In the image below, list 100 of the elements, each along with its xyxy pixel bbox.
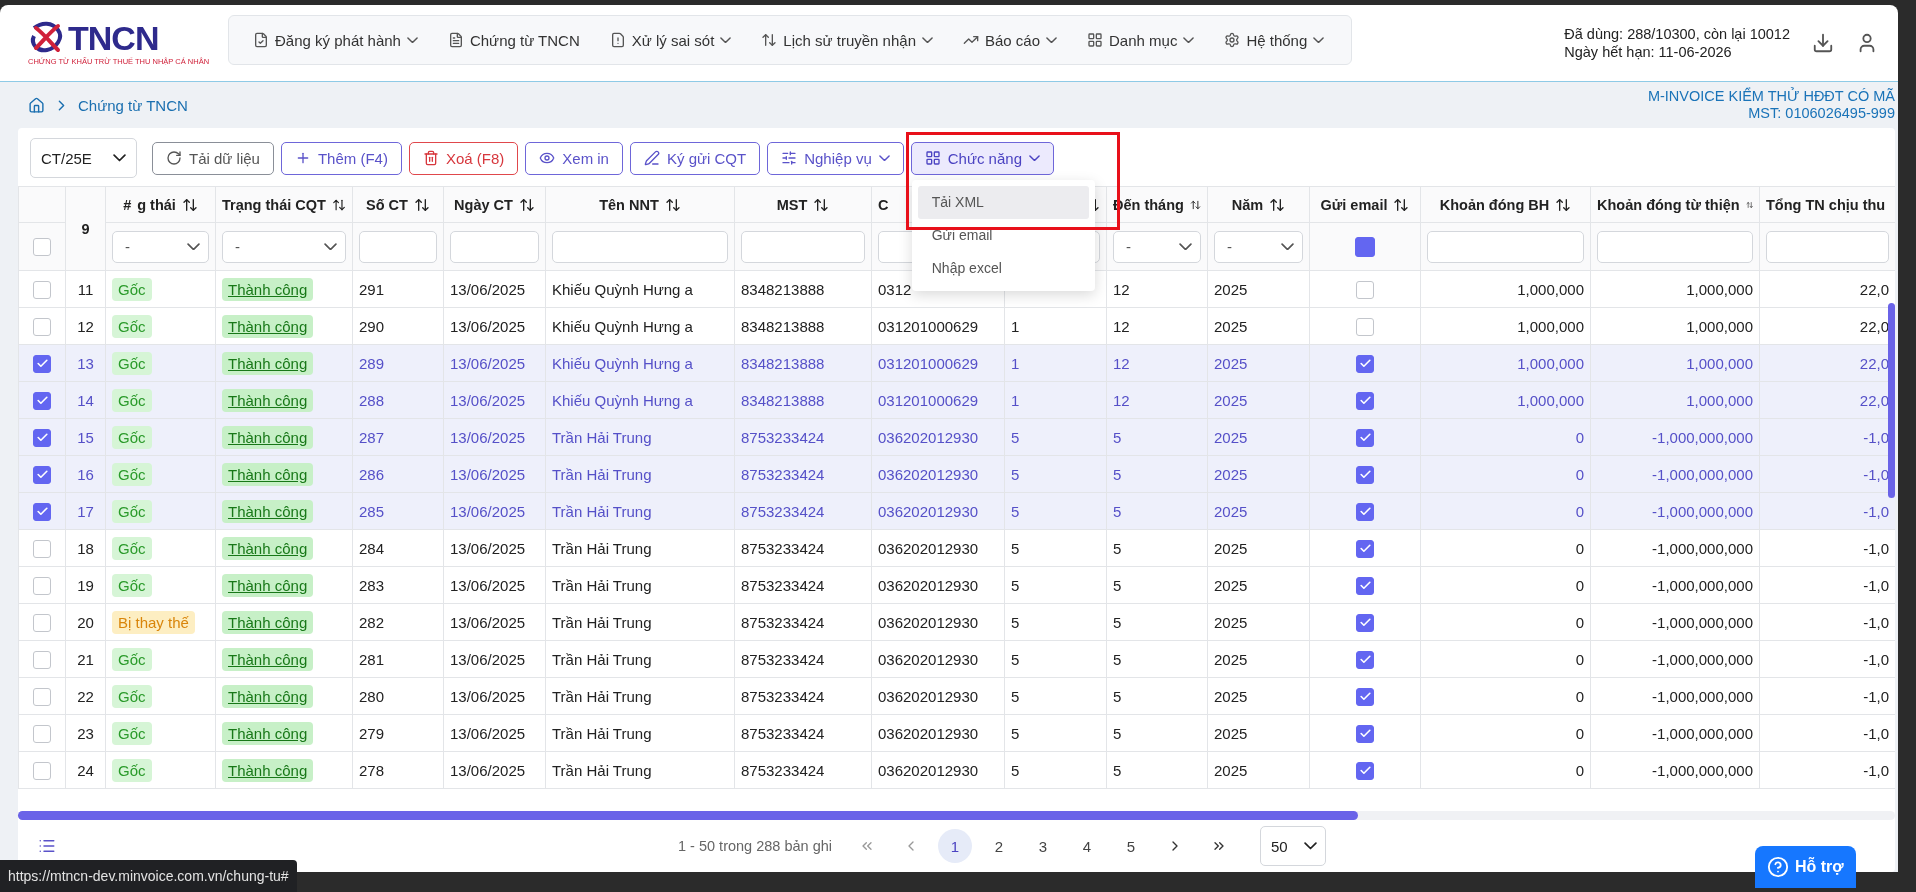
help-button[interactable]: Hỗ trợ bbox=[1755, 846, 1856, 888]
toolbar-button[interactable]: Xoá (F8) bbox=[408, 141, 519, 175]
checkbox[interactable] bbox=[1356, 502, 1374, 521]
tax-status-badge[interactable]: Thành công bbox=[222, 721, 314, 745]
checkbox[interactable] bbox=[33, 502, 51, 521]
checkbox[interactable] bbox=[33, 317, 51, 336]
tax-status-badge[interactable]: Thành công bbox=[222, 388, 314, 412]
sort-icon[interactable] bbox=[1555, 196, 1572, 213]
checkbox[interactable] bbox=[33, 613, 51, 632]
filter-dropdown[interactable]: - bbox=[112, 230, 209, 263]
toolbar-button[interactable]: Ký gửi CQT bbox=[629, 141, 761, 175]
menu-item[interactable]: Báo cáo bbox=[963, 31, 1058, 49]
checkbox[interactable] bbox=[1356, 428, 1374, 447]
sort-icon[interactable] bbox=[181, 196, 198, 213]
page-button[interactable]: 1 bbox=[938, 829, 972, 863]
sort-icon[interactable] bbox=[664, 196, 681, 213]
checkbox[interactable] bbox=[33, 539, 51, 558]
menu-item[interactable]: Đăng ký phát hành bbox=[253, 31, 418, 49]
page-button[interactable]: 4 bbox=[1070, 829, 1104, 863]
page-size-dropdown[interactable]: 50 bbox=[1260, 826, 1326, 866]
column-header[interactable]: MST bbox=[776, 196, 808, 213]
toolbar-button[interactable]: Nghiệp vụ bbox=[767, 141, 904, 175]
menu-item[interactable]: Danh mục bbox=[1087, 31, 1195, 49]
tax-status-badge[interactable]: Thành công bbox=[222, 647, 314, 671]
checkbox[interactable] bbox=[1356, 465, 1374, 484]
filter-field[interactable] bbox=[1766, 230, 1889, 263]
toolbar-button[interactable]: Chức năng bbox=[910, 141, 1054, 175]
menu-item[interactable]: Xử lý sai sót bbox=[609, 31, 732, 49]
toolbar-button[interactable]: Thêm (F4) bbox=[280, 141, 402, 175]
tax-status-badge[interactable]: Thành công bbox=[222, 425, 314, 449]
menu-item[interactable]: Lịch sử truyền nhận bbox=[761, 31, 933, 49]
checkbox[interactable] bbox=[33, 724, 51, 743]
checkbox[interactable] bbox=[1356, 576, 1374, 595]
filter-field[interactable] bbox=[552, 230, 728, 263]
column-header[interactable]: Tên NNT bbox=[599, 196, 659, 213]
menu-option[interactable]: Tải XML bbox=[917, 185, 1089, 219]
checkbox[interactable] bbox=[1356, 280, 1374, 299]
checkbox[interactable] bbox=[33, 650, 51, 669]
page-button[interactable]: 5 bbox=[1114, 829, 1148, 863]
tax-status-badge[interactable]: Thành công bbox=[222, 351, 314, 375]
column-header[interactable]: C bbox=[878, 196, 889, 213]
tax-status-badge[interactable]: Thành công bbox=[222, 314, 314, 338]
page-button[interactable]: 2 bbox=[982, 829, 1016, 863]
tax-status-badge[interactable]: Thành công bbox=[222, 462, 314, 486]
tax-status-badge[interactable]: Thành công bbox=[222, 573, 314, 597]
checkbox[interactable] bbox=[33, 354, 51, 373]
page-button[interactable]: 3 bbox=[1026, 829, 1060, 863]
sort-icon[interactable] bbox=[1269, 196, 1286, 213]
sort-icon[interactable] bbox=[813, 196, 830, 213]
filter-field[interactable] bbox=[1597, 230, 1753, 263]
menu-item[interactable]: Chứng từ TNCN bbox=[447, 31, 580, 49]
sort-icon[interactable] bbox=[1393, 196, 1410, 213]
tax-status-badge[interactable]: Thành công bbox=[222, 758, 314, 782]
filter-field[interactable] bbox=[450, 230, 539, 263]
filter-dropdown[interactable]: - bbox=[1214, 230, 1303, 263]
series-dropdown[interactable]: CT/25E bbox=[30, 138, 137, 178]
checkbox[interactable] bbox=[1356, 317, 1374, 336]
download-button[interactable] bbox=[1812, 32, 1834, 54]
checkbox[interactable] bbox=[1356, 724, 1374, 743]
checkbox[interactable] bbox=[33, 687, 51, 706]
filter-field[interactable] bbox=[1427, 230, 1584, 263]
filter-field[interactable] bbox=[741, 230, 865, 263]
column-header[interactable]: # bbox=[123, 196, 132, 213]
checkbox[interactable] bbox=[33, 280, 51, 299]
checkbox[interactable] bbox=[33, 576, 51, 595]
filter-checkbox[interactable] bbox=[1355, 236, 1375, 257]
tax-status-badge[interactable]: Thành công bbox=[222, 499, 314, 523]
column-header[interactable]: Năm bbox=[1231, 196, 1264, 213]
tax-status-badge[interactable]: Thành công bbox=[222, 610, 314, 634]
checkbox[interactable] bbox=[1356, 613, 1374, 632]
breadcrumb-link[interactable]: Chứng từ TNCN bbox=[78, 96, 188, 114]
checkbox[interactable] bbox=[33, 428, 51, 447]
toolbar-button[interactable]: Tải dữ liệu bbox=[152, 141, 274, 175]
scrollbar[interactable] bbox=[18, 811, 1358, 820]
home-icon[interactable] bbox=[28, 96, 45, 114]
checkbox[interactable] bbox=[1356, 761, 1374, 780]
list-icon[interactable] bbox=[38, 837, 56, 855]
column-header[interactable]: g thái bbox=[137, 196, 176, 213]
tax-status-badge[interactable]: Thành công bbox=[222, 684, 314, 708]
checkbox[interactable] bbox=[33, 238, 51, 256]
checkbox[interactable] bbox=[1356, 687, 1374, 706]
checkbox[interactable] bbox=[33, 761, 51, 780]
sort-icon[interactable] bbox=[413, 196, 430, 213]
scrollbar[interactable] bbox=[1888, 303, 1895, 498]
checkbox[interactable] bbox=[1356, 539, 1374, 558]
toolbar-button[interactable]: Xem in bbox=[525, 141, 623, 175]
checkbox[interactable] bbox=[33, 465, 51, 484]
filter-dropdown[interactable]: - bbox=[1113, 230, 1201, 263]
filter-field[interactable] bbox=[359, 230, 437, 263]
tax-status-badge[interactable]: Thành công bbox=[222, 277, 314, 301]
checkbox[interactable] bbox=[1356, 354, 1374, 373]
menu-option[interactable]: Gửi email bbox=[917, 218, 1089, 252]
tax-status-badge[interactable]: Thành công bbox=[222, 536, 314, 560]
checkbox[interactable] bbox=[1356, 650, 1374, 669]
menu-item[interactable]: Hệ thống bbox=[1224, 31, 1325, 49]
filter-dropdown[interactable]: - bbox=[222, 230, 346, 263]
checkbox[interactable] bbox=[33, 391, 51, 410]
menu-option[interactable]: Nhập excel bbox=[917, 251, 1089, 285]
sort-icon[interactable] bbox=[518, 196, 535, 213]
checkbox[interactable] bbox=[1356, 391, 1374, 410]
